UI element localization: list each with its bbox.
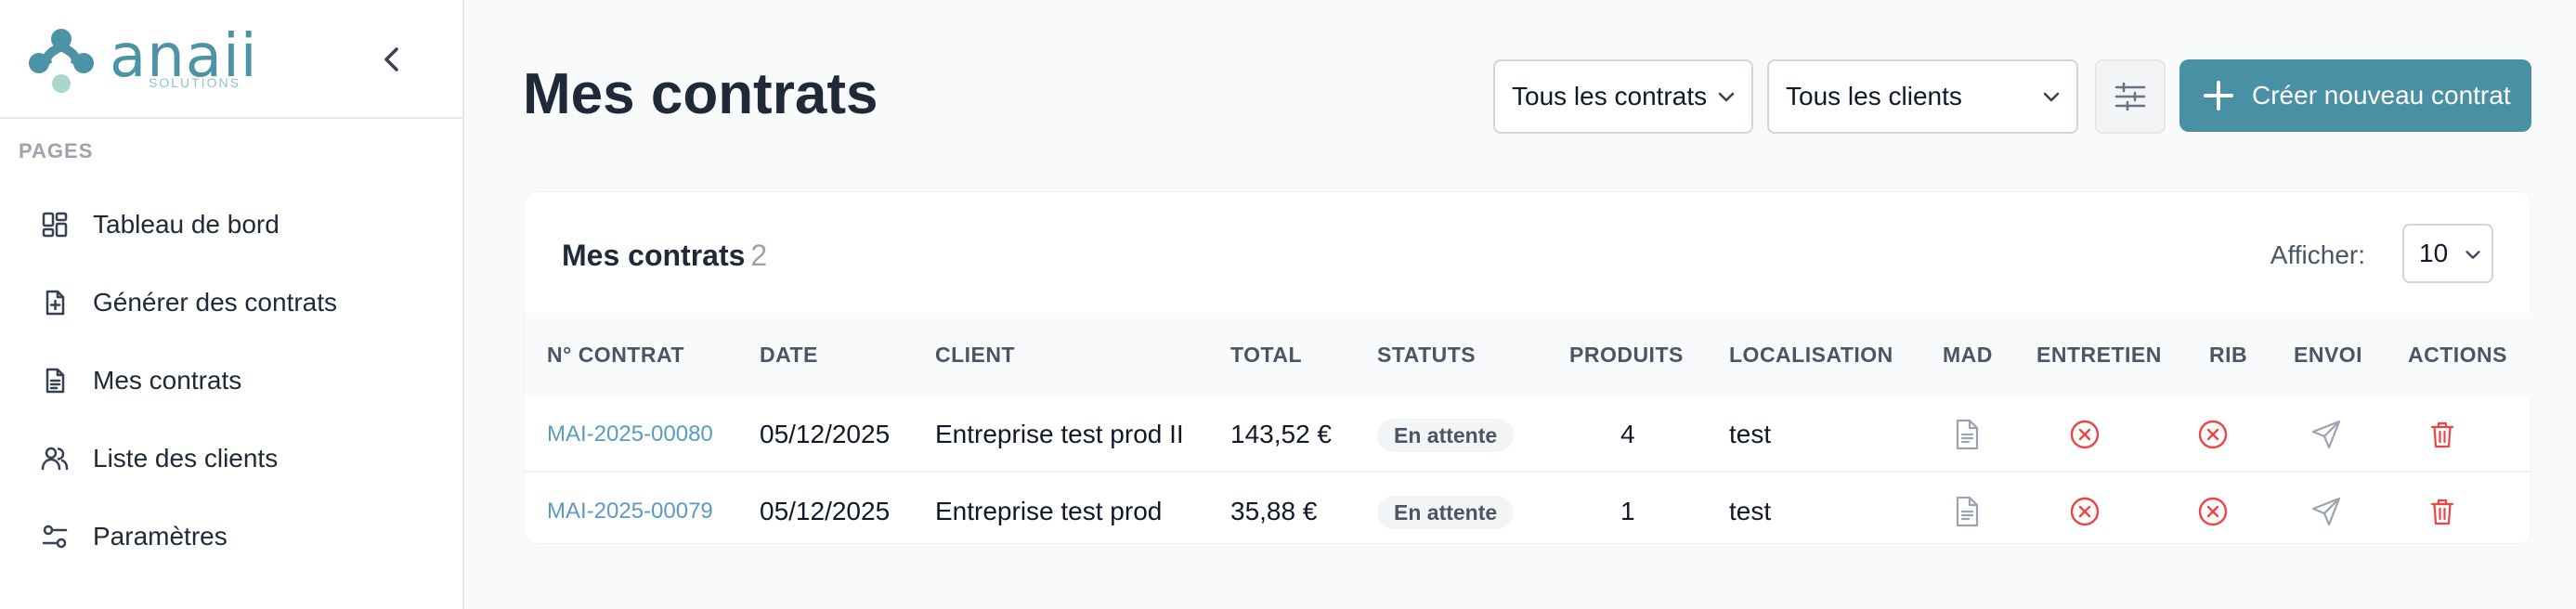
contract-client: Entreprise test prod II	[935, 420, 1184, 448]
column-header: LOCALISATION	[1729, 343, 1893, 367]
contracts-filter-value: Tous les contrats	[1512, 82, 1708, 110]
entretien-status	[2066, 396, 2103, 473]
contract-products: 4	[1620, 420, 1635, 448]
file-text-icon	[39, 365, 71, 396]
page-title: Mes contrats	[523, 62, 878, 126]
advanced-filters-button[interactable]	[2095, 59, 2166, 134]
sidebar-header: anaii SOLUTIONS	[0, 0, 462, 119]
plus-icon	[2204, 81, 2233, 110]
contract-location: test	[1729, 420, 1772, 448]
send-icon	[2311, 497, 2341, 526]
chevron-down-icon	[2465, 251, 2480, 259]
create-contract-label: Créer nouveau contrat	[2252, 81, 2511, 110]
clients-filter-select[interactable]: Tous les clients	[1767, 59, 2078, 134]
contracts-card: Mes contrats 2 Afficher: 10 N° CONTRAT DA…	[524, 191, 2532, 544]
chevron-down-icon	[2043, 92, 2060, 102]
sidebar-nav: Tableau de bord Générer des contrats Mes…	[0, 186, 462, 576]
file-plus-icon	[39, 287, 71, 318]
x-circle-icon	[2070, 420, 2100, 449]
sidebar-item-my-contracts[interactable]: Mes contrats	[0, 342, 462, 420]
sidebar: anaii SOLUTIONS PAGES Tableau de bord Gé…	[0, 0, 464, 609]
sidebar-item-dashboard[interactable]: Tableau de bord	[0, 186, 462, 264]
column-header: ENTRETIEN	[2036, 343, 2162, 367]
document-icon	[1956, 496, 1979, 527]
column-header: DATE	[760, 343, 818, 367]
table-header: N° CONTRAT DATE CLIENT TOTAL STATUTS PRO…	[525, 313, 2532, 396]
send-button[interactable]	[2308, 396, 2345, 473]
sidebar-item-label: Générer des contrats	[93, 288, 338, 317]
contract-date: 05/12/2025	[760, 420, 891, 448]
chevron-left-icon	[384, 47, 398, 71]
collapse-sidebar-button[interactable]	[375, 43, 409, 76]
contract-client: Entreprise test prod	[935, 497, 1163, 525]
sidebar-item-settings[interactable]: Paramètres	[0, 498, 462, 576]
settings-sliders-icon	[39, 521, 71, 552]
filter-sliders-icon	[2114, 82, 2146, 111]
page-size-select[interactable]: 10	[2402, 224, 2493, 283]
sidebar-section-label: PAGES	[19, 139, 94, 162]
contract-products: 1	[1620, 497, 1635, 525]
brand-subtitle: SOLUTIONS	[149, 75, 241, 90]
column-header: MAD	[1943, 343, 1993, 367]
x-circle-icon	[2198, 420, 2228, 449]
card-title-text: Mes contrats	[562, 239, 746, 272]
status-badge: En attente	[1377, 496, 1515, 529]
sidebar-item-clients[interactable]: Liste des clients	[0, 420, 462, 498]
entretien-status	[2066, 473, 2103, 550]
column-header: RIB	[2209, 343, 2248, 367]
trash-icon	[2430, 421, 2454, 448]
sidebar-item-label: Mes contrats	[93, 366, 242, 395]
rib-status	[2194, 473, 2231, 550]
contract-number-link[interactable]: MAI-2025-00079	[547, 473, 713, 550]
status-badge: En attente	[1377, 419, 1515, 452]
sidebar-item-label: Liste des clients	[93, 444, 279, 473]
delete-button[interactable]	[2424, 396, 2461, 473]
card-title: Mes contrats 2	[562, 239, 767, 273]
column-header: ACTIONS	[2408, 343, 2507, 367]
x-circle-icon	[2070, 497, 2100, 526]
sidebar-item-label: Paramètres	[93, 522, 228, 551]
users-icon	[39, 443, 71, 474]
dashboard-icon	[39, 209, 71, 240]
contract-location: test	[1729, 497, 1772, 525]
contract-date: 05/12/2025	[760, 497, 891, 525]
delete-button[interactable]	[2424, 473, 2461, 550]
column-header: N° CONTRAT	[547, 343, 684, 367]
column-header: PRODUITS	[1569, 343, 1684, 367]
contract-total: 143,52 €	[1230, 420, 1332, 448]
brand-logo[interactable]: anaii SOLUTIONS	[28, 24, 257, 95]
column-header: STATUTS	[1377, 343, 1477, 367]
send-icon	[2311, 420, 2341, 449]
table-row: MAI-2025-00080 05/12/2025 Entreprise tes…	[525, 396, 2532, 473]
mad-document-button[interactable]	[1948, 396, 1985, 473]
x-circle-icon	[2198, 497, 2228, 526]
column-header: CLIENT	[935, 343, 1016, 367]
trash-icon	[2430, 499, 2454, 525]
table-row: MAI-2025-00079 05/12/2025 Entreprise tes…	[525, 473, 2532, 550]
mad-document-button[interactable]	[1948, 473, 1985, 550]
contract-number-link[interactable]: MAI-2025-00080	[547, 396, 713, 473]
column-header: TOTAL	[1230, 343, 1303, 367]
rib-status	[2194, 396, 2231, 473]
brand-logo-mark	[29, 29, 94, 93]
sidebar-item-generate-contracts[interactable]: Générer des contrats	[0, 264, 462, 342]
sidebar-item-label: Tableau de bord	[93, 210, 280, 239]
send-button[interactable]	[2308, 473, 2345, 550]
contracts-filter-select[interactable]: Tous les contrats	[1493, 59, 1753, 134]
create-contract-button[interactable]: Créer nouveau contrat	[2179, 59, 2531, 132]
contract-total: 35,88 €	[1230, 497, 1318, 525]
chevron-down-icon	[1718, 92, 1735, 102]
contracts-count: 2	[750, 239, 768, 272]
clients-filter-value: Tous les clients	[1786, 82, 1962, 110]
page-size-value: 10	[2419, 239, 2449, 267]
page-size-label: Afficher:	[2270, 240, 2365, 269]
document-icon	[1956, 419, 1979, 450]
column-header: ENVOI	[2294, 343, 2363, 367]
